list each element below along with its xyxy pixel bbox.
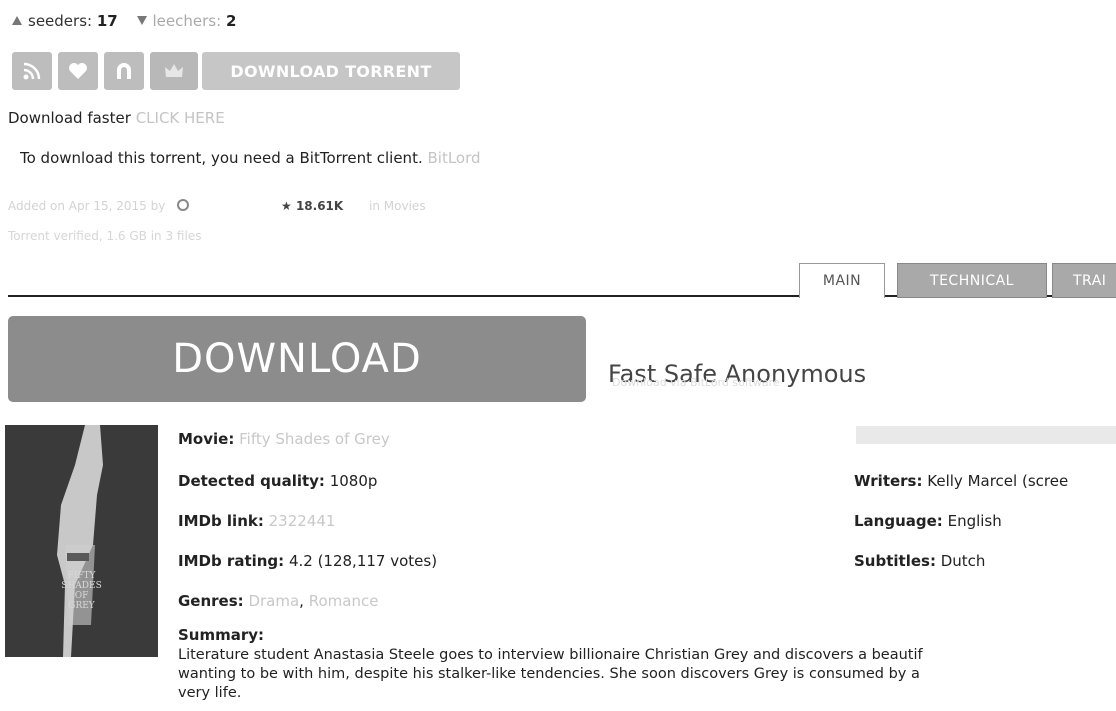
magnet-button[interactable] [104,52,144,90]
category-link[interactable]: in Movies [369,199,426,213]
imdb-rating-label: IMDb rating: [178,552,285,570]
poster-title: FIFTY SHADES OF GREY [61,571,102,611]
client-notice: To download this torrent, you need a Bit… [20,149,481,167]
torrent-info-text: Torrent verified, 1.6 GB in 3 files [8,229,202,243]
peer-stats: seeders: 17 leechers: 2 [12,12,236,30]
genres-label: Genres: [178,592,244,610]
rating-bar [856,426,1116,444]
movie-label: Movie: [178,430,235,448]
added-on-text: Added on Apr 15, 2015 by [8,199,166,213]
genre-link-romance[interactable]: Romance [309,592,379,610]
movie-row: Movie: Fifty Shades of Grey [178,430,390,448]
imdb-link-label: IMDb link: [178,512,264,530]
download-torrent-button[interactable]: DOWNLOAD TORRENT [202,52,460,90]
download-count: ★ 18.61K [281,199,344,213]
big-download-button[interactable]: DOWNLOAD [8,316,586,402]
rss-button[interactable] [12,52,52,90]
client-notice-text: To download this torrent, you need a Bit… [20,149,423,167]
click-here-link[interactable]: CLICK HERE [136,109,225,127]
favorite-button[interactable] [58,52,98,90]
quality-row: Detected quality: 1080p [178,472,377,490]
vip-button[interactable] [150,52,198,90]
summary-label: Summary: [178,626,265,644]
subtitles-label: Subtitles: [854,552,936,570]
writers-row: Writers: Kelly Marcel (scree [854,472,1068,490]
imdb-link[interactable]: 2322441 [269,512,336,530]
subtitles-row: Subtitles: Dutch [854,552,985,570]
movie-title-link[interactable]: Fifty Shades of Grey [239,430,390,448]
uploader-status-icon [177,199,190,211]
genre-link-drama[interactable]: Drama [248,592,299,610]
tab-technical[interactable]: TECHNICAL [897,263,1047,298]
quality-value: 1080p [329,472,378,490]
imdb-link-row: IMDb link: 2322441 [178,512,335,530]
language-label: Language: [854,512,943,530]
download-subtagline: Download via BitLord software [612,376,780,389]
summary-label-row: Summary: [178,626,264,644]
seeders-label: seeders: [28,12,93,30]
magnet-icon [117,63,131,79]
genres-row: Genres: Drama, Romance [178,592,379,610]
bitlord-link[interactable]: BitLord [428,149,481,167]
leechers-count: 2 [225,12,237,30]
heart-icon [69,63,87,79]
quality-label: Detected quality: [178,472,325,490]
seeders-count: 17 [96,12,118,30]
tab-trailer[interactable]: TRAI [1052,263,1116,298]
crown-icon [165,64,183,77]
writers-value: Kelly Marcel (scree [927,472,1069,490]
poster-art [5,425,158,657]
torrent-meta: Added on Apr 15, 2015 by ★ 18.61K in Mov… [8,199,426,213]
imdb-rating-value: 4.2 (128,117 votes) [288,552,438,570]
seeders-up-icon [12,16,22,25]
subtitles-value: Dutch [940,552,986,570]
leechers-label: leechers: [152,12,222,30]
imdb-rating-row: IMDb rating: 4.2 (128,117 votes) [178,552,437,570]
language-row: Language: English [854,512,1002,530]
movie-poster: FIFTY SHADES OF GREY [5,425,158,657]
summary-text: Literature student Anastasia Steele goes… [178,647,923,701]
leechers-down-icon [136,16,147,25]
writers-label: Writers: [854,472,923,490]
download-faster-text: Download faster [8,109,131,127]
language-value: English [947,512,1002,530]
torrent-action-bar: DOWNLOAD TORRENT [12,52,460,90]
tab-main[interactable]: MAIN [799,263,885,298]
download-faster-line: Download faster CLICK HERE [8,109,225,127]
rss-icon [23,62,41,80]
